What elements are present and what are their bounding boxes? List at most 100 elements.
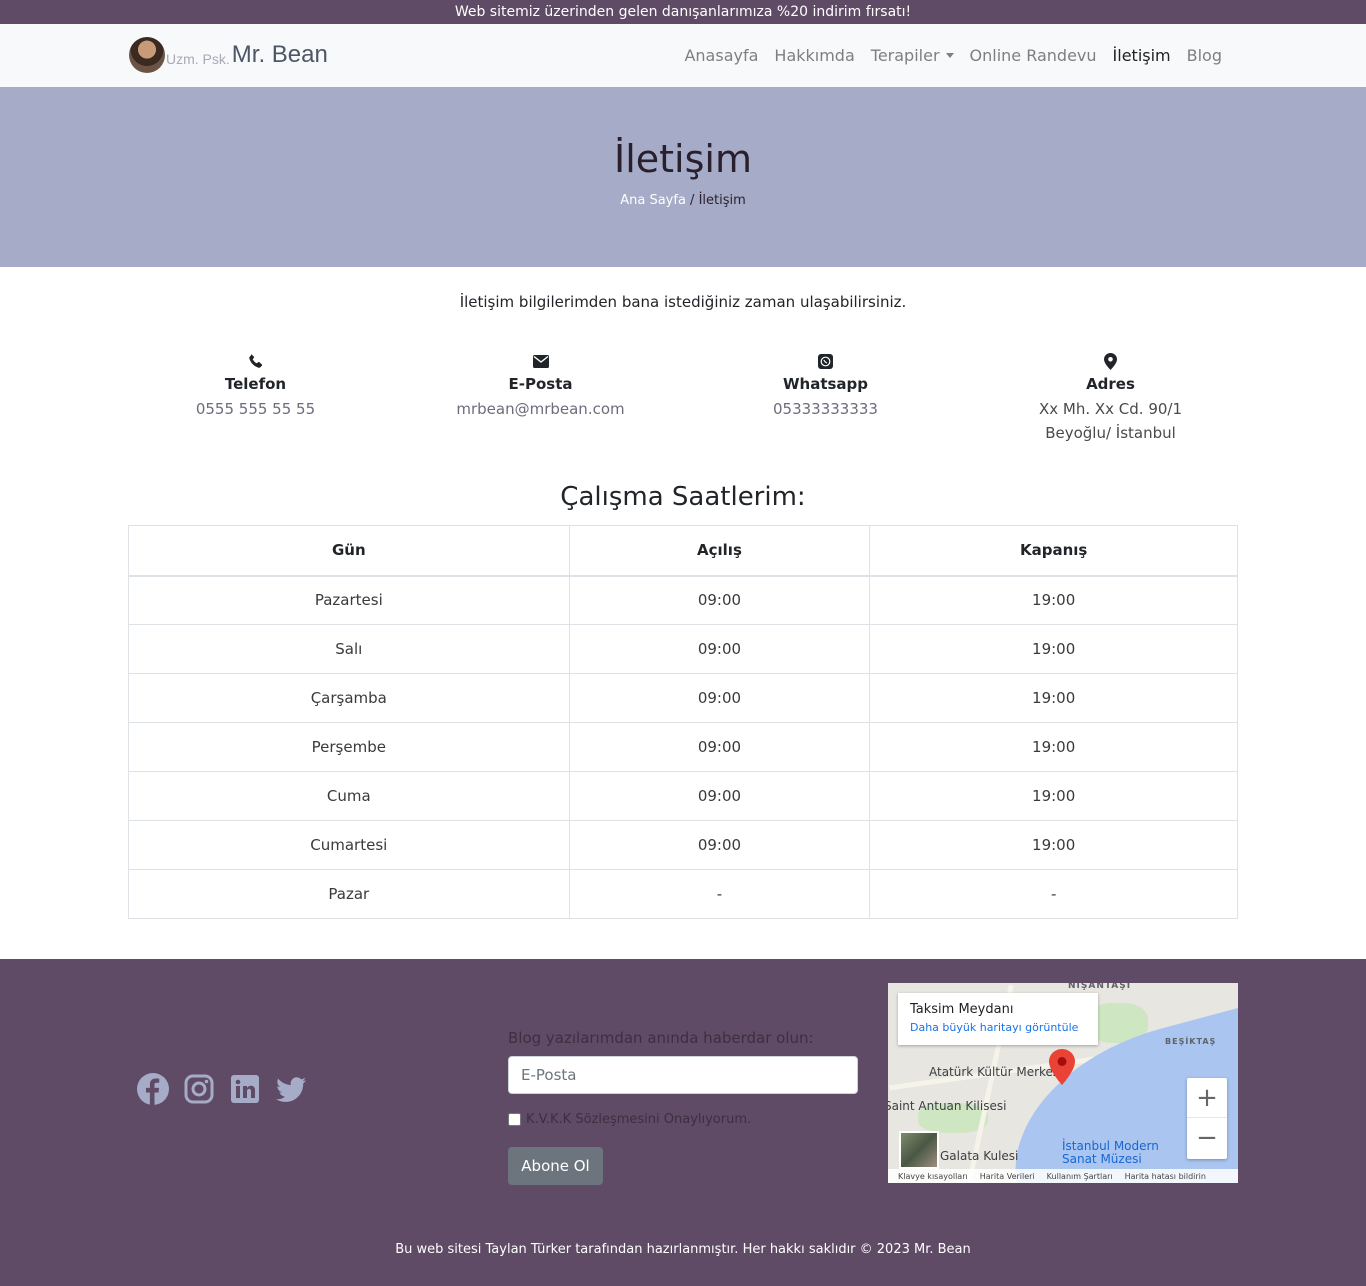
cell-day: Çarşamba <box>128 673 570 723</box>
contact-whatsapp-label: Whatsapp <box>782 375 869 393</box>
column-header-day: Gün <box>128 525 570 577</box>
map-label-besiktas: BEŞİKTAŞ <box>1165 1037 1217 1046</box>
cell-day: Cuma <box>128 771 570 821</box>
contact-info-row: Telefon 0555 555 55 55 E-Posta mrbean@mr… <box>113 350 1253 445</box>
brand-logo[interactable]: Uzm. Psk. Mr. Bean <box>129 37 328 73</box>
cell-open: 09:00 <box>568 722 871 772</box>
main-nav: Anasayfa Hakkımda Terapiler Online Rande… <box>676 24 1230 87</box>
subscribe-button[interactable]: Abone Ol <box>508 1147 603 1185</box>
contact-address: Adres Xx Mh. Xx Cd. 90/1 Beyoğlu/ İstanb… <box>968 350 1253 445</box>
newsletter-email-input[interactable] <box>508 1056 858 1094</box>
nav-item-terapiler[interactable]: Terapiler <box>863 46 962 65</box>
table-row: Cumartesi 09:00 19:00 <box>128 820 1238 870</box>
map-place-name: Taksim Meydanı <box>910 1002 1014 1017</box>
map-label-akm: Atatürk Kültür Merkezi <box>929 1065 1063 1079</box>
table-row: Pazartesi 09:00 19:00 <box>128 575 1238 625</box>
envelope-icon <box>398 350 683 372</box>
cell-open: - <box>568 869 871 919</box>
contact-whatsapp-value[interactable]: 05333333333 <box>683 397 968 421</box>
nav-item-online-randevu[interactable]: Online Randevu <box>962 46 1105 65</box>
contact-email-label: E-Posta <box>508 375 573 393</box>
newsletter-form: Blog yazılarımdan anında haberdar olun: … <box>508 1029 858 1185</box>
contact-email-value[interactable]: mrbean@mrbean.com <box>398 397 683 421</box>
newsletter-label: Blog yazılarımdan anında haberdar olun: <box>508 1029 814 1047</box>
nav-item-anasayfa[interactable]: Anasayfa <box>676 46 766 65</box>
contact-email: E-Posta mrbean@mrbean.com <box>398 350 683 445</box>
cell-open: 09:00 <box>568 820 871 870</box>
column-header-open: Açılış <box>568 525 871 577</box>
kvkk-checkbox[interactable] <box>508 1113 521 1126</box>
map-footer: Klavye kısayolları Harita Verileri Kulla… <box>888 1169 1238 1183</box>
zoom-in-icon[interactable]: + <box>1187 1078 1227 1118</box>
hours-table: Gün Açılış Kapanış Pazartesi 09:00 19:00… <box>128 525 1238 919</box>
breadcrumb-separator: / <box>685 193 699 208</box>
phone-icon <box>113 350 398 372</box>
table-header-row: Gün Açılış Kapanış <box>128 525 1238 577</box>
cell-close: 19:00 <box>869 722 1238 772</box>
map-label-galata: Galata Kulesi <box>940 1149 1019 1163</box>
announcement-text: Web sitemiz üzerinden gelen danışanlarım… <box>454 4 912 20</box>
contact-phone-value[interactable]: 0555 555 55 55 <box>113 397 398 421</box>
table-row: Cuma 09:00 19:00 <box>128 771 1238 821</box>
brand-prefix: Uzm. Psk. <box>166 51 230 67</box>
column-header-close: Kapanış <box>869 525 1238 577</box>
contact-address-label: Adres <box>1086 375 1135 393</box>
facebook-icon[interactable] <box>137 1073 169 1105</box>
caret-down-icon <box>945 53 954 58</box>
copyright-text: Bu web sitesi Taylan Türker tarafından h… <box>395 1242 971 1257</box>
announcement-bar: Web sitemiz üzerinden gelen danışanlarım… <box>0 0 1366 24</box>
kvkk-consent: K.V.K.K Sözleşmesini Onaylıyorum. <box>508 1112 858 1127</box>
cell-open: 09:00 <box>568 624 871 674</box>
twitter-icon[interactable] <box>275 1073 307 1105</box>
page-header: İletişim Ana Sayfa / İletişim <box>0 87 1366 267</box>
map-embed[interactable]: NİŞANTAŞI BEŞİKTAŞ Atatürk Kültür Merkez… <box>888 983 1238 1183</box>
cell-open: 09:00 <box>568 673 871 723</box>
cell-day: Pazar <box>128 869 570 919</box>
map-data[interactable]: Harita Verileri <box>980 1172 1035 1181</box>
cell-close: 19:00 <box>869 624 1238 674</box>
cell-day: Salı <box>128 624 570 674</box>
map-report[interactable]: Harita hatası bildirin <box>1125 1172 1206 1181</box>
brand-name: Mr. Bean <box>231 41 328 68</box>
hours-title: Çalışma Saatlerim: <box>560 482 806 512</box>
map-pin-icon <box>1049 1049 1075 1085</box>
cell-day: Perşembe <box>128 722 570 772</box>
intro-text: İletişim bilgilerimden bana istediğiniz … <box>459 293 907 311</box>
cell-close: 19:00 <box>869 575 1238 625</box>
map-zoom-controls: + − <box>1187 1078 1227 1159</box>
map-label-istanbul-modern: İstanbul Modern Sanat Müzesi <box>1062 1139 1159 1166</box>
cell-close: 19:00 <box>869 673 1238 723</box>
cell-open: 09:00 <box>568 771 871 821</box>
breadcrumb-home-link[interactable]: Ana Sayfa <box>620 193 686 208</box>
map-keyboard-shortcuts[interactable]: Klavye kısayolları <box>898 1172 968 1181</box>
cell-close: - <box>869 869 1238 919</box>
whatsapp-icon <box>683 350 968 372</box>
nav-item-hakkimda[interactable]: Hakkımda <box>766 46 862 65</box>
cell-day: Cumartesi <box>128 820 570 870</box>
cell-close: 19:00 <box>869 771 1238 821</box>
map-label-nisantasi: NİŞANTAŞI <box>1068 983 1132 991</box>
map-terms[interactable]: Kullanım Şartları <box>1047 1172 1113 1181</box>
zoom-out-icon[interactable]: − <box>1187 1118 1227 1158</box>
table-row: Perşembe 09:00 19:00 <box>128 722 1238 772</box>
cell-close: 19:00 <box>869 820 1238 870</box>
social-links <box>137 1073 307 1105</box>
map-satellite-toggle[interactable] <box>899 1131 939 1169</box>
nav-item-terapiler-label: Terapiler <box>870 46 940 65</box>
map-place-card: Taksim Meydanı Daha büyük haritayı görün… <box>898 993 1098 1045</box>
footer: Blog yazılarımdan anında haberdar olun: … <box>0 959 1366 1286</box>
nav-item-iletisim[interactable]: İletişim <box>1105 46 1179 65</box>
contact-whatsapp: Whatsapp 05333333333 <box>683 350 968 445</box>
linkedin-icon[interactable] <box>229 1073 261 1105</box>
nav-item-blog[interactable]: Blog <box>1179 46 1230 65</box>
contact-address-value: Xx Mh. Xx Cd. 90/1 Beyoğlu/ İstanbul <box>1038 400 1183 442</box>
cell-day: Pazartesi <box>128 575 570 625</box>
kvkk-label: K.V.K.K Sözleşmesini Onaylıyorum. <box>526 1112 752 1127</box>
map-larger-link[interactable]: Daha büyük haritayı görüntüle <box>910 1021 1086 1034</box>
avatar <box>129 37 165 73</box>
breadcrumb-current: İletişim <box>698 193 746 208</box>
page-title: İletişim <box>614 137 752 181</box>
contact-phone-label: Telefon <box>224 375 287 393</box>
instagram-icon[interactable] <box>183 1073 215 1105</box>
navbar: Uzm. Psk. Mr. Bean Anasayfa Hakkımda Ter… <box>0 24 1366 87</box>
